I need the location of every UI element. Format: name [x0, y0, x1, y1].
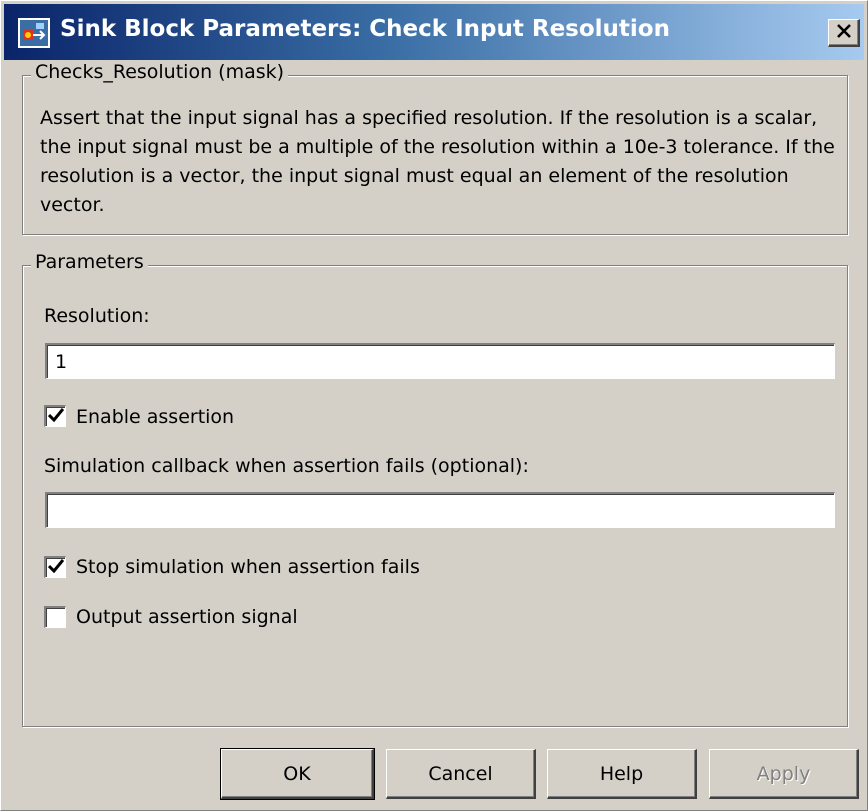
enable-assertion-checkbox[interactable] — [44, 405, 66, 427]
apply-button[interactable]: Apply — [709, 749, 859, 799]
title-bar[interactable]: Sink Block Parameters: Check Input Resol… — [4, 4, 864, 60]
parameters-group-legend: Parameters — [31, 251, 148, 273]
enable-assertion-label[interactable]: Enable assertion — [76, 406, 234, 428]
callback-label: Simulation callback when assertion fails… — [44, 455, 529, 477]
simulink-block-icon — [18, 18, 50, 48]
description-line: the input signal must be a multiple of t… — [40, 136, 835, 158]
ok-button[interactable]: OK — [220, 748, 375, 800]
help-button[interactable]: Help — [547, 749, 697, 799]
close-button[interactable] — [828, 19, 860, 47]
callback-input[interactable] — [45, 492, 835, 528]
mask-description: Assert that the input signal has a speci… — [40, 104, 835, 220]
checkmark-icon — [47, 407, 64, 426]
close-x-icon — [836, 23, 852, 42]
mask-group-legend: Checks_Resolution (mask) — [31, 61, 289, 83]
output-signal-checkbox[interactable] — [44, 606, 66, 628]
stop-simulation-label[interactable]: Stop simulation when assertion fails — [76, 556, 420, 578]
description-line: vector. — [40, 194, 105, 216]
description-line: Assert that the input signal has a speci… — [40, 107, 818, 129]
cancel-button[interactable]: Cancel — [386, 749, 536, 799]
output-signal-label[interactable]: Output assertion signal — [76, 606, 298, 628]
checkmark-icon — [47, 558, 64, 577]
resolution-label: Resolution: — [44, 305, 150, 327]
resolution-input[interactable]: 1 — [45, 343, 835, 379]
window-title: Sink Block Parameters: Check Input Resol… — [60, 16, 670, 42]
block-parameters-dialog: Sink Block Parameters: Check Input Resol… — [0, 0, 868, 811]
stop-simulation-checkbox[interactable] — [44, 556, 66, 578]
description-line: resolution is a vector, the input signal… — [40, 165, 789, 187]
